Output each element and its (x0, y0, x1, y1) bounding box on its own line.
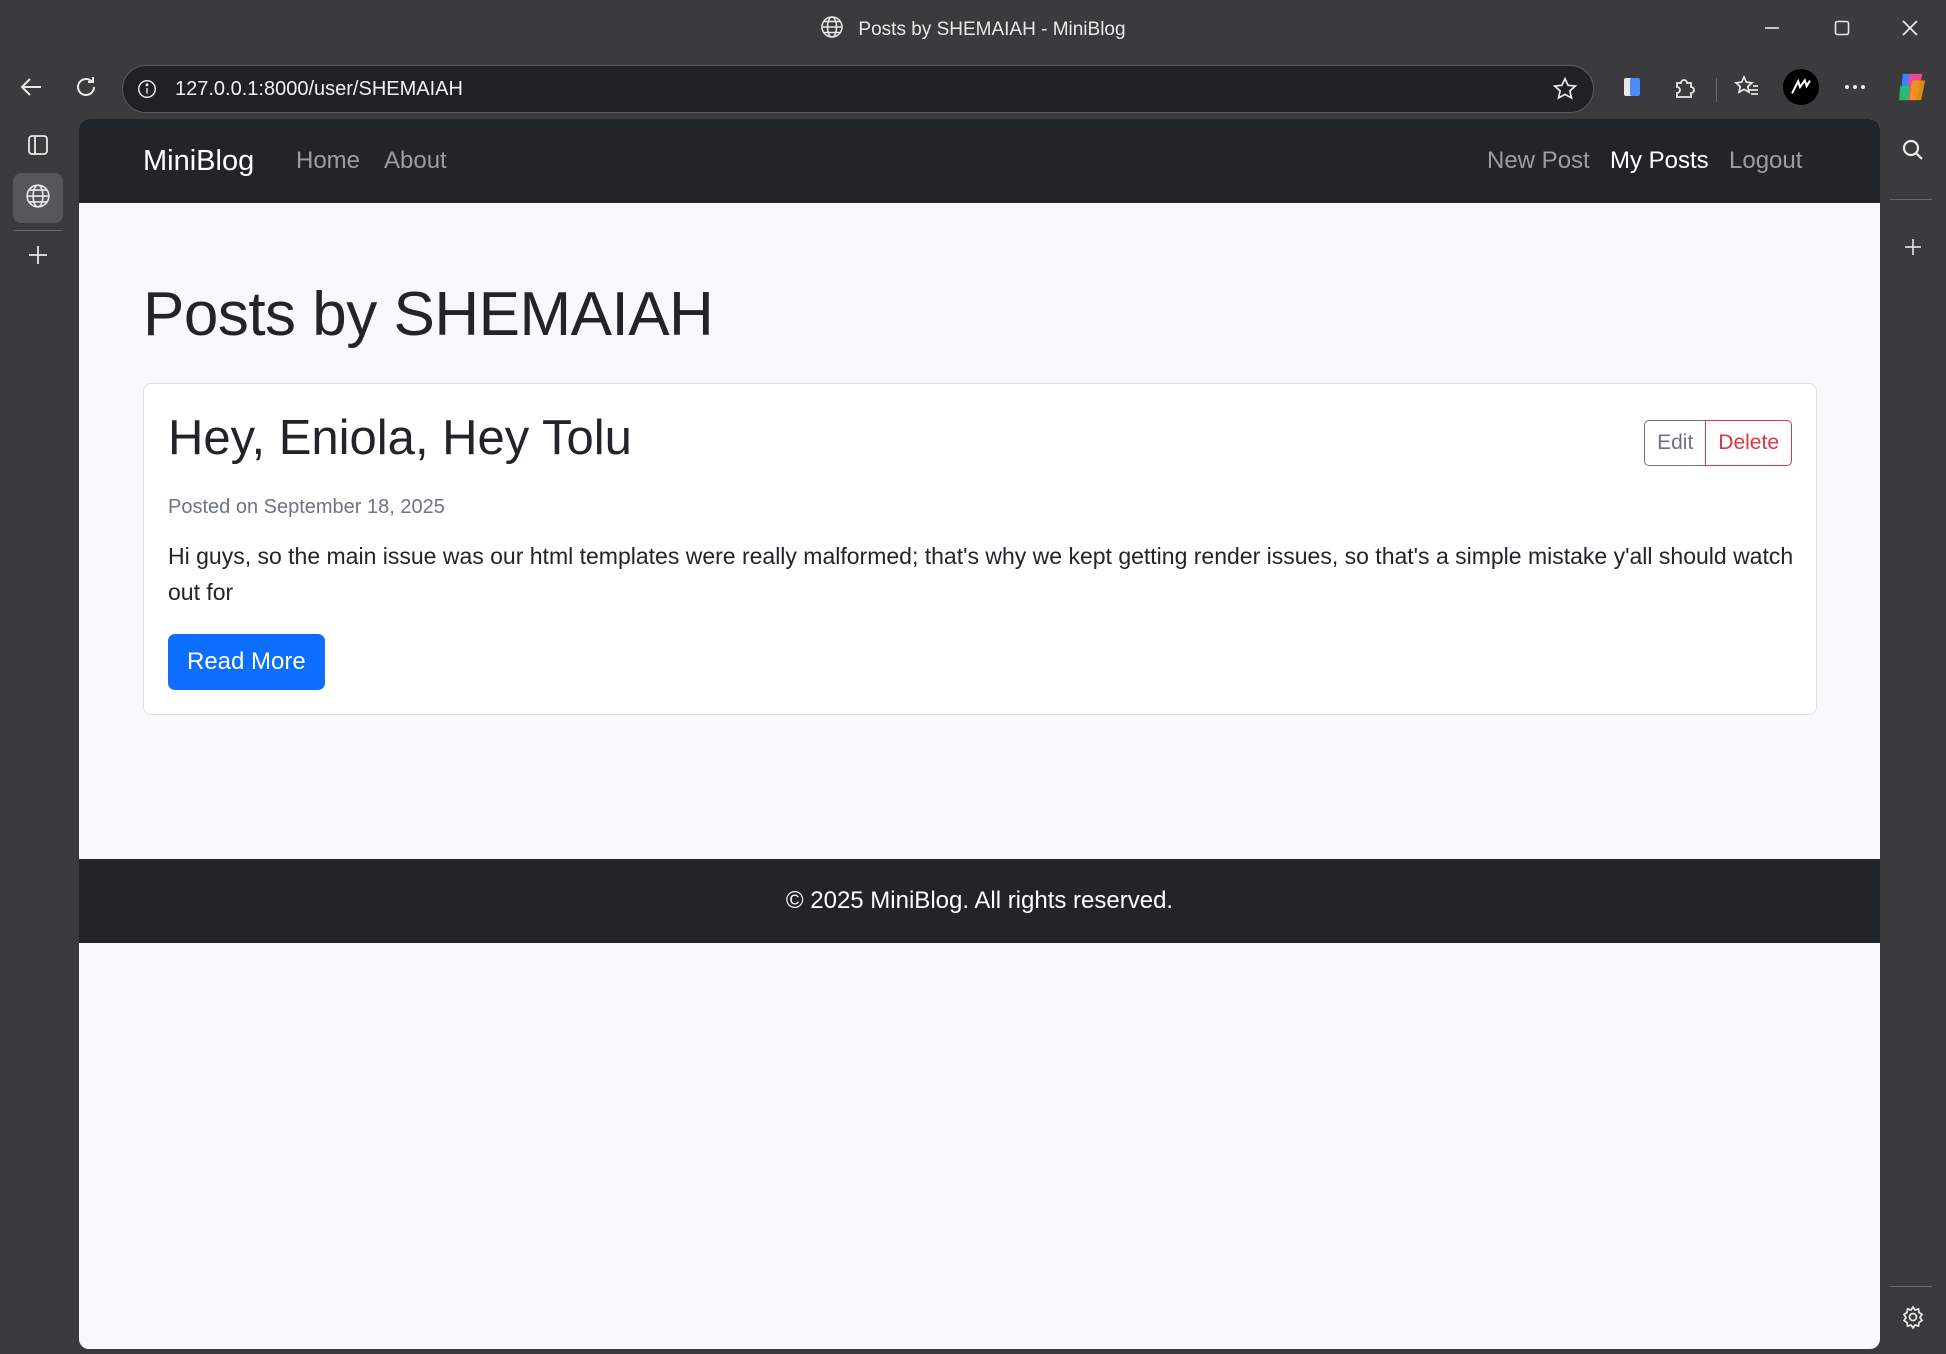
site-info-icon[interactable] (135, 77, 159, 101)
more-options-button[interactable] (1832, 66, 1878, 112)
navbar-brand[interactable]: MiniBlog (143, 119, 254, 203)
add-icon (1900, 234, 1926, 265)
sidebar-add-button[interactable] (1888, 224, 1938, 274)
back-button[interactable] (8, 66, 54, 112)
post-card: Hey, Eniola, Hey Tolu Edit Delete Posted… (143, 383, 1817, 715)
favorites-button[interactable] (1724, 66, 1770, 112)
page-title: Posts by SHEMAIAH (143, 280, 714, 349)
edit-post-button[interactable]: Edit (1644, 420, 1707, 466)
footer-text: © 2025 MiniBlog. All rights reserved. (785, 887, 1174, 914)
delete-post-button[interactable]: Delete (1705, 420, 1792, 466)
window-title: Posts by SHEMAIAH - MiniBlog (0, 0, 1946, 60)
settings-gear-icon (1900, 1304, 1926, 1335)
site-navbar: MiniBlog Home About New Post My Posts Lo… (79, 119, 1880, 203)
toolbar-divider (1716, 78, 1717, 102)
new-tab-button[interactable] (13, 232, 63, 282)
post-actions: Edit Delete (1644, 420, 1792, 466)
add-tab-icon (25, 242, 51, 273)
copilot-icon (1895, 70, 1929, 109)
nav-link-home[interactable]: Home (296, 119, 360, 203)
minimize-button[interactable] (1738, 0, 1806, 60)
site-footer: © 2025 MiniBlog. All rights reserved. (79, 859, 1880, 943)
left-sidebar (0, 118, 78, 1354)
profile-button[interactable] (1778, 66, 1824, 112)
reading-mode-icon (1619, 74, 1645, 105)
copilot-button[interactable] (1889, 66, 1935, 112)
window-titlebar: Posts by SHEMAIAH - MiniBlog (0, 0, 1946, 60)
favorites-icon (1734, 74, 1760, 105)
more-options-icon (1842, 74, 1868, 105)
right-sidebar-divider (1890, 199, 1932, 200)
maximize-icon (1833, 19, 1851, 42)
window-title-text: Posts by SHEMAIAH - MiniBlog (858, 19, 1126, 40)
url-text[interactable]: 127.0.0.1:8000/user/SHEMAIAH (175, 78, 1551, 101)
globe-icon (820, 15, 844, 45)
active-tab-button[interactable] (13, 173, 63, 223)
settings-button[interactable] (1888, 1294, 1938, 1344)
address-bar[interactable]: 127.0.0.1:8000/user/SHEMAIAH (122, 65, 1594, 113)
page-viewport: MiniBlog Home About New Post My Posts Lo… (79, 119, 1880, 1349)
globe-tab-icon (25, 183, 51, 214)
post-title: Hey, Eniola, Hey Tolu (168, 411, 632, 465)
post-excerpt: Hi guys, so the main issue was our html … (168, 543, 1794, 605)
close-window-button[interactable] (1876, 0, 1944, 60)
right-sidebar-bottom-divider (1890, 1286, 1932, 1287)
favorite-star-icon[interactable] (1551, 75, 1579, 103)
read-more-button[interactable]: Read More (168, 634, 325, 690)
browser-toolbar: 127.0.0.1:8000/user/SHEMAIAH (0, 60, 1946, 118)
profile-avatar-icon (1782, 68, 1820, 111)
tab-actions-button[interactable] (13, 122, 63, 172)
minimize-icon (1763, 19, 1781, 42)
nav-link-about[interactable]: About (384, 119, 447, 203)
tab-actions-icon (25, 132, 51, 163)
right-sidebar (1880, 118, 1946, 1354)
search-icon (1900, 137, 1926, 168)
nav-link-my-posts[interactable]: My Posts (1610, 119, 1709, 203)
reading-mode-button[interactable] (1609, 66, 1655, 112)
post-date: Posted on September 18, 2025 (168, 496, 445, 518)
nav-link-new-post[interactable]: New Post (1487, 119, 1590, 203)
extensions-icon (1672, 74, 1698, 105)
nav-link-logout[interactable]: Logout (1729, 119, 1802, 203)
refresh-icon (73, 74, 99, 105)
maximize-button[interactable] (1808, 0, 1876, 60)
sidebar-divider (14, 230, 62, 231)
sidebar-search-button[interactable] (1888, 127, 1938, 177)
back-arrow-icon (18, 74, 44, 105)
extensions-button[interactable] (1662, 66, 1708, 112)
refresh-button[interactable] (63, 66, 109, 112)
close-icon (1901, 19, 1919, 42)
